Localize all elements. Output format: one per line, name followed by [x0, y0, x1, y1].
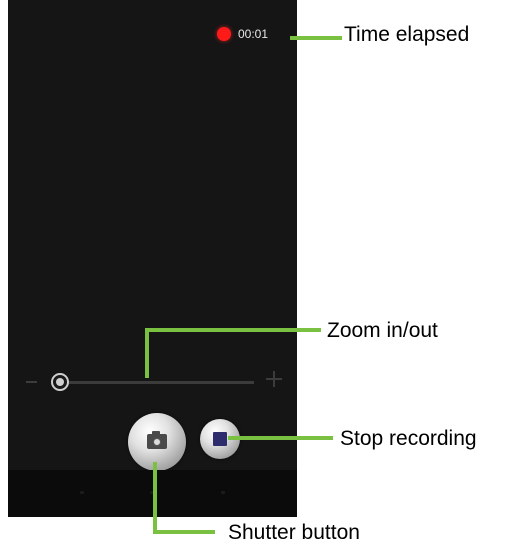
callout-stop-recording: Stop recording — [340, 427, 477, 450]
elapsed-time: 00:01 — [238, 27, 269, 41]
callout-line-zoom-vertical — [145, 330, 149, 378]
callout-line-stop — [228, 436, 333, 440]
callout-time-elapsed: Time elapsed — [344, 23, 470, 46]
callout-line-shutter-horizontal — [153, 530, 215, 534]
zoom-in-icon[interactable] — [266, 371, 282, 387]
camera-icon — [147, 431, 167, 449]
zoom-slider-track[interactable] — [64, 381, 254, 384]
callout-line-shutter-vertical — [153, 462, 157, 534]
stop-icon — [213, 432, 227, 446]
callout-shutter-button: Shutter button — [228, 521, 360, 544]
callout-zoom: Zoom in/out — [327, 319, 438, 342]
zoom-out-icon[interactable] — [26, 381, 37, 383]
shutter-button[interactable] — [128, 413, 186, 471]
callout-line-zoom-horizontal — [145, 328, 321, 332]
callout-line-time — [290, 36, 342, 40]
nav-recent-icon[interactable] — [221, 491, 225, 494]
recording-indicator: 00:01 — [217, 27, 268, 41]
record-dot-icon — [217, 27, 231, 41]
zoom-slider-handle[interactable] — [51, 373, 69, 391]
nav-back-icon[interactable] — [80, 491, 84, 494]
